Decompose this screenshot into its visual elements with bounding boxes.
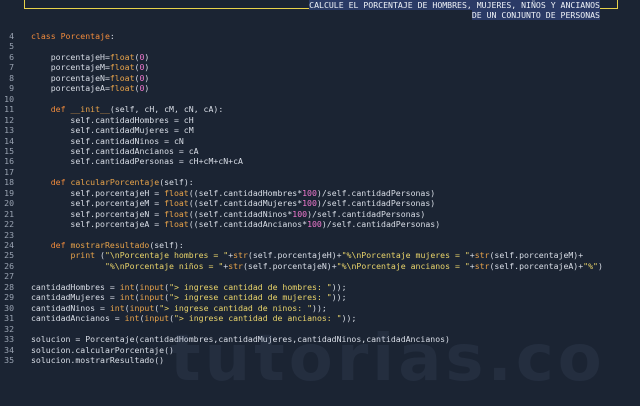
line-number: 30 xyxy=(4,302,14,313)
line-code: cantidadHombres = int(input("> ingrese c… xyxy=(31,281,347,292)
line-number: 27 xyxy=(4,271,14,282)
line-number: 6 xyxy=(9,51,14,62)
line-code: self.porcentajeH = float((self.cantidadH… xyxy=(31,187,436,198)
line-code: solucion.mostrarResultado() xyxy=(31,354,165,365)
line-code: cantidadMujeres = int(input("> ingrese c… xyxy=(31,292,347,303)
line-number: 13 xyxy=(4,125,14,136)
line-number: 29 xyxy=(4,292,14,303)
line-number: 5 xyxy=(9,41,14,52)
line-code: self.cantidadNinos = cN xyxy=(31,135,184,146)
line-number: 11 xyxy=(4,104,14,115)
line-code: porcentajeM=float(0) xyxy=(31,62,150,73)
line-number: 7 xyxy=(9,62,14,73)
line-code: self.porcentajeM = float((self.cantidadM… xyxy=(31,198,436,209)
line-number: 20 xyxy=(4,198,14,209)
line-number: 35 xyxy=(4,354,14,365)
line-code: def mostrarResultado(self): xyxy=(50,240,184,250)
line-code: "%\nPorcentaje niños = "+str(self.porcen… xyxy=(104,260,603,271)
line-code: class Porcentaje: xyxy=(31,31,115,41)
line-code: self.cantidadPersonas = cH+cM+cN+cA xyxy=(31,156,243,167)
line-number: 17 xyxy=(4,166,14,177)
line-number: 15 xyxy=(4,145,14,156)
watermark-logo: tutorias.co xyxy=(170,322,606,396)
banner-line-1: CALCULE EL PORCENTAJE DE HOMBRES, MUJERE… xyxy=(309,0,600,10)
line-number: 32 xyxy=(4,323,14,334)
line-code: porcentajeN=float(0) xyxy=(31,72,150,83)
line-number: 31 xyxy=(4,313,14,324)
line-number: 28 xyxy=(4,281,14,292)
line-code: self.cantidadMujeres = cM xyxy=(31,125,194,136)
line-number: 19 xyxy=(4,187,14,198)
line-code: print ("\nPorcentaje hombres = "+str(sel… xyxy=(70,250,584,261)
line-code: cantidadNinos = int(input("> ingrese can… xyxy=(31,302,327,313)
line-number: 12 xyxy=(4,114,14,125)
line-code: def calcularPorcentaje(self): xyxy=(50,177,194,188)
code-editor[interactable]: CALCULE EL PORCENTAJE DE HOMBRES, MUJERE… xyxy=(0,0,640,406)
line-number: 33 xyxy=(4,334,14,345)
line-number: 18 xyxy=(4,177,14,188)
comment-banner: CALCULE EL PORCENTAJE DE HOMBRES, MUJERE… xyxy=(0,0,640,22)
line-code: self.cantidadAncianos = cA xyxy=(31,145,199,156)
banner-line-2: DE UN CONJUNTO DE PERSONAS xyxy=(471,10,600,20)
line-code: self.cantidadHombres = cH xyxy=(31,114,194,125)
line-code: porcentajeH=float(0) xyxy=(31,51,150,62)
line-number: 8 xyxy=(9,72,14,83)
line-code: self.porcentajeA = float((self.cantidadA… xyxy=(31,219,441,230)
line-number: 9 xyxy=(9,83,14,94)
line-number: 4 xyxy=(9,31,14,41)
line-number: 23 xyxy=(4,229,14,240)
line-number: 10 xyxy=(4,93,14,104)
line-number: 26 xyxy=(4,260,14,271)
line-number: 34 xyxy=(4,344,14,355)
line-number: 22 xyxy=(4,219,14,230)
line-code: def __init__(self, cH, cM, cN, cA): xyxy=(50,104,224,115)
line-number: 25 xyxy=(4,250,14,261)
line-number: 14 xyxy=(4,135,14,146)
line-number: 24 xyxy=(4,240,14,250)
line-number: 16 xyxy=(4,156,14,167)
line-code: self.porcentajeN = float((self.cantidadN… xyxy=(31,208,426,219)
line-code: porcentajeA=float(0) xyxy=(31,83,150,94)
line-code: solucion.calcularPorcentaje() xyxy=(31,344,174,355)
line-number: 21 xyxy=(4,208,14,219)
